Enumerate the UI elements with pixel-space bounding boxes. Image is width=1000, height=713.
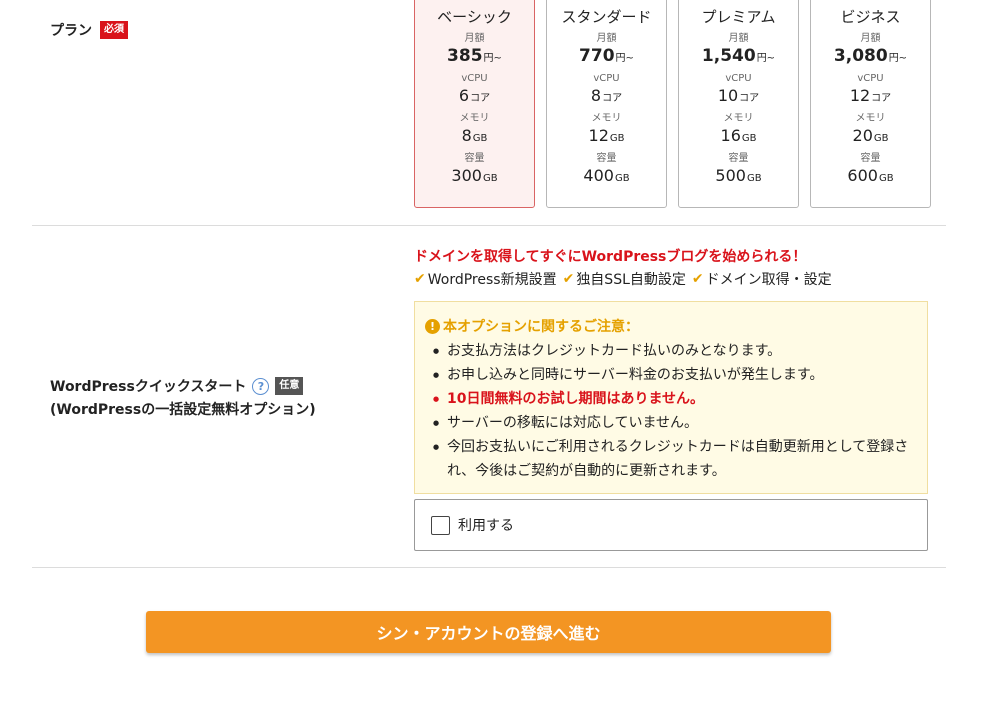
wordpress-label-subtext: (WordPressの一括設定無料オプション) bbox=[50, 402, 316, 418]
disk-label: 容量 bbox=[464, 153, 485, 164]
wordpress-label-text: WordPressクイックスタート bbox=[50, 379, 247, 395]
alert-icon: ! bbox=[425, 318, 440, 334]
use-option-label: 利用する bbox=[458, 518, 514, 534]
notice-list: お支払方法はクレジットカード払いのみとなります。 お申し込みと同時にサーバー料金… bbox=[425, 339, 917, 483]
section-divider bbox=[32, 567, 946, 568]
plan-label-text: プラン bbox=[50, 23, 92, 39]
disk-value: 500GB bbox=[715, 166, 762, 185]
plan-name: ビジネス bbox=[840, 8, 901, 26]
notice-item: 10日間無料のお試し期間はありません。 bbox=[425, 387, 917, 411]
plan-card-basic[interactable]: ベーシック 月額 385円~ vCPU 6コア メモリ 8GB 容量 300GB bbox=[414, 0, 535, 208]
cpu-value: 6コア bbox=[458, 86, 491, 105]
plan-name: スタンダード bbox=[561, 8, 652, 26]
cpu-label: vCPU bbox=[857, 73, 884, 84]
plan-price: 385円~ bbox=[447, 46, 502, 66]
disk-value: 600GB bbox=[847, 166, 894, 185]
memory-label: メモリ bbox=[855, 113, 886, 124]
feature-item: ✔ WordPress新規設置 bbox=[414, 271, 557, 288]
feature-list: ✔ WordPress新規設置 ✔ 独自SSL自動設定 ✔ ドメイン取得・設定 bbox=[414, 269, 832, 289]
plan-cards: ベーシック 月額 385円~ vCPU 6コア メモリ 8GB 容量 300GB… bbox=[414, 0, 931, 208]
wordpress-promo-text: ドメインを取得してすぐにWordPressブログを始められる！ bbox=[414, 249, 807, 265]
plan-price: 1,540円~ bbox=[701, 46, 776, 66]
disk-value: 400GB bbox=[583, 166, 630, 185]
memory-value: 8GB bbox=[461, 126, 488, 145]
memory-label: メモリ bbox=[459, 113, 490, 124]
cpu-value: 10コア bbox=[717, 86, 760, 105]
price-label: 月額 bbox=[464, 33, 485, 44]
cpu-value: 8コア bbox=[590, 86, 623, 105]
disk-label: 容量 bbox=[596, 153, 617, 164]
plan-card-business[interactable]: ビジネス 月額 3,080円~ vCPU 12コア メモリ 20GB 容量 60… bbox=[810, 0, 931, 208]
cpu-value: 12コア bbox=[849, 86, 892, 105]
cpu-label: vCPU bbox=[461, 73, 488, 84]
disk-label: 容量 bbox=[860, 153, 881, 164]
memory-value: 20GB bbox=[852, 126, 889, 145]
price-label: 月額 bbox=[860, 33, 881, 44]
memory-label: メモリ bbox=[723, 113, 754, 124]
disk-label: 容量 bbox=[728, 153, 749, 164]
optional-badge: 任意 bbox=[275, 377, 304, 395]
required-badge: 必須 bbox=[100, 21, 128, 39]
plan-name: プレミアム bbox=[701, 8, 776, 26]
feature-item: ✔ 独自SSL自動設定 bbox=[562, 271, 686, 288]
cpu-label: vCPU bbox=[725, 73, 752, 84]
section-divider bbox=[32, 225, 946, 226]
use-option-checkbox[interactable] bbox=[431, 515, 450, 535]
check-icon: ✔ bbox=[562, 271, 575, 287]
memory-label: メモリ bbox=[591, 113, 622, 124]
memory-value: 12GB bbox=[588, 126, 625, 145]
cpu-label: vCPU bbox=[593, 73, 620, 84]
price-label: 月額 bbox=[596, 33, 617, 44]
use-option-toggle[interactable]: 利用する bbox=[414, 499, 928, 551]
disk-value: 300GB bbox=[451, 166, 498, 185]
option-notice-box: ! 本オプションに関するご注意： お支払方法はクレジットカード払いのみとなります… bbox=[414, 301, 928, 494]
plan-price: 770円~ bbox=[579, 46, 634, 66]
notice-item: 今回お支払いにご利用されるクレジットカードは自動更新用として登録され、今後はご契… bbox=[425, 435, 917, 483]
notice-item: お支払方法はクレジットカード払いのみとなります。 bbox=[425, 339, 917, 363]
check-icon: ✔ bbox=[414, 271, 426, 287]
plan-name: ベーシック bbox=[437, 8, 512, 26]
feature-item: ✔ ドメイン取得・設定 bbox=[691, 271, 832, 288]
proceed-to-registration-button[interactable]: シン・アカウントの登録へ進む bbox=[146, 611, 831, 653]
wordpress-quickstart-label: WordPressクイックスタート ? 任意 (WordPressの一括設定無料… bbox=[50, 375, 316, 419]
notice-item: お申し込みと同時にサーバー料金のお支払いが発生します。 bbox=[425, 363, 917, 387]
price-label: 月額 bbox=[728, 33, 749, 44]
plan-card-premium[interactable]: プレミアム 月額 1,540円~ vCPU 10コア メモリ 16GB 容量 5… bbox=[678, 0, 799, 208]
check-icon: ✔ bbox=[691, 271, 704, 287]
help-icon[interactable]: ? bbox=[252, 377, 270, 395]
memory-value: 16GB bbox=[720, 126, 757, 145]
notice-title: ! 本オプションに関するご注意： bbox=[425, 316, 917, 336]
plan-label: プラン 必須 bbox=[50, 20, 128, 40]
plan-price: 3,080円~ bbox=[833, 46, 908, 66]
plan-card-standard[interactable]: スタンダード 月額 770円~ vCPU 8コア メモリ 12GB 容量 400… bbox=[546, 0, 667, 208]
notice-item: サーバーの移転には対応していません。 bbox=[425, 411, 917, 435]
